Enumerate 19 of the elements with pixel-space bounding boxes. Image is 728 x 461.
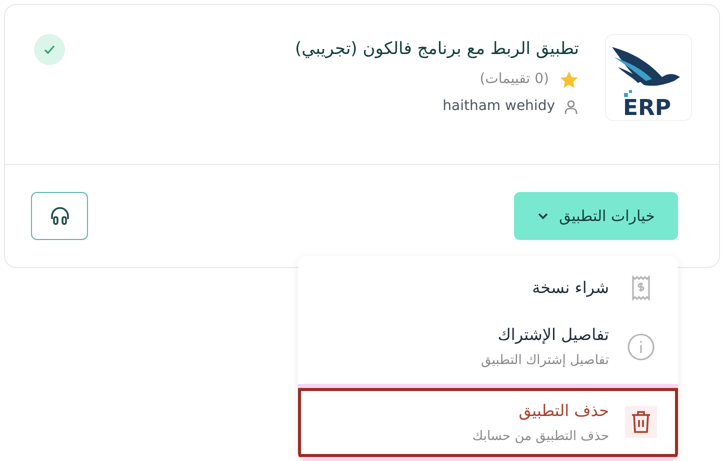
trash-icon xyxy=(630,410,652,434)
info-icon xyxy=(627,332,655,361)
menu-item-label: تفاصيل الإشتراك xyxy=(496,324,609,346)
headphones-icon xyxy=(48,205,70,227)
author-name: haitham wehidy xyxy=(442,97,555,116)
menu-item-description: تفاصيل إشتراك التطبيق xyxy=(480,352,609,370)
menu-item-description: حذف التطبيق من حسابك xyxy=(472,428,609,446)
support-button[interactable] xyxy=(31,192,88,240)
star-icon xyxy=(559,70,579,90)
erp-logo: ERP xyxy=(605,34,692,121)
ratings-count: (0 تقييمات) xyxy=(480,70,549,89)
app-options-button[interactable]: خيارات التطبيق xyxy=(514,192,678,240)
menu-item[interactable]: شراء نسخة xyxy=(298,264,678,312)
menu-item-label: حذف التطبيق xyxy=(518,400,609,422)
menu-item-label: شراء نسخة xyxy=(532,277,609,299)
receipt-icon xyxy=(631,275,651,301)
user-icon xyxy=(563,98,579,114)
menu-item[interactable]: تفاصيل الإشتراك تفاصيل إشتراك التطبيق xyxy=(298,312,678,382)
app-title: تطبيق الربط مع برنامج فالكون (تجريبي) xyxy=(294,38,579,61)
